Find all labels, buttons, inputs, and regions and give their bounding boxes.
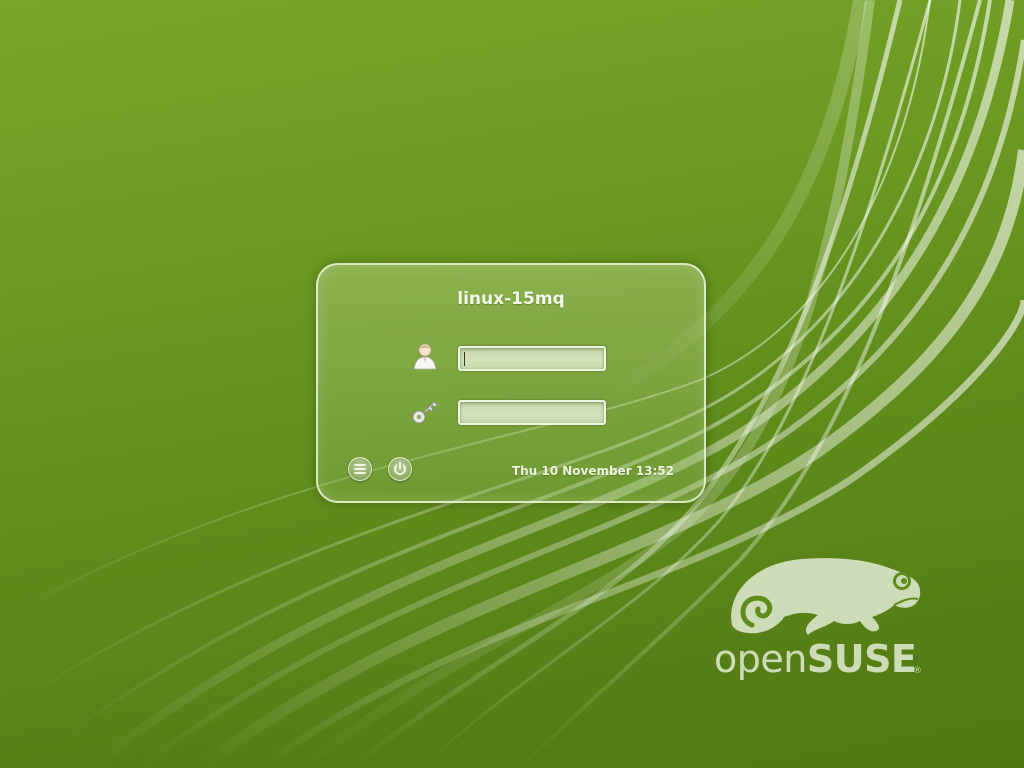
key-icon <box>410 397 440 427</box>
opensuse-wordmark: openSUSE <box>714 637 917 681</box>
session-menu-button[interactable] <box>348 457 372 481</box>
hostname-label: linux-15mq <box>457 289 565 309</box>
user-icon <box>410 341 440 371</box>
login-panel: linux-15mq Thu 10 November 13:52 <box>316 263 706 503</box>
power-icon <box>394 461 406 475</box>
username-field[interactable] <box>458 346 606 371</box>
wordmark-open: open <box>714 637 807 681</box>
text-cursor <box>464 352 465 366</box>
opensuse-logo: openSUSE ® <box>712 555 927 690</box>
menu-icon <box>354 464 366 474</box>
login-screen: linux-15mq Thu 10 November 13:52 openSUS… <box>0 0 1024 768</box>
wordmark-suse: SUSE <box>806 637 917 681</box>
power-button[interactable] <box>388 457 412 481</box>
chameleon-icon <box>731 558 921 635</box>
registered-mark: ® <box>913 666 922 676</box>
password-field[interactable] <box>458 400 606 425</box>
date-time-label: Thu 10 November 13:52 <box>511 464 674 478</box>
